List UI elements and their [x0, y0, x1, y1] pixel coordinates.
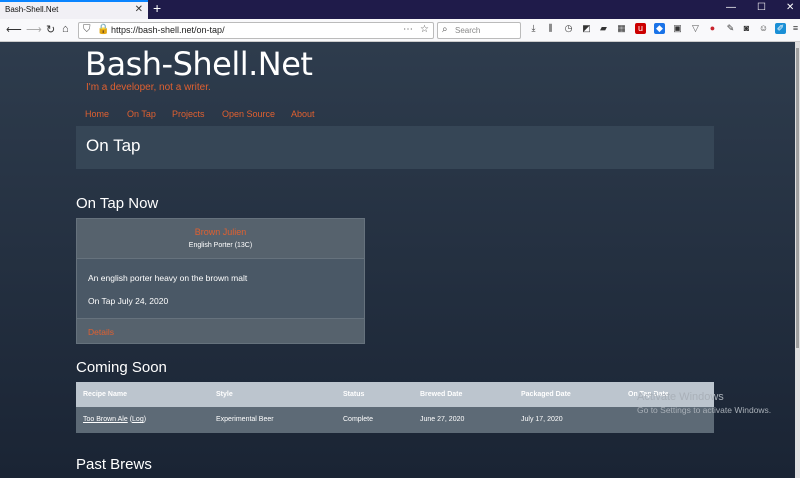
reload-icon[interactable]: ↻ — [46, 23, 55, 36]
activate-windows-subtitle: Go to Settings to activate Windows. — [637, 405, 772, 415]
library-icon[interactable]: ⫼ — [545, 23, 556, 34]
page-actions-icon[interactable]: ⋯ — [403, 24, 413, 35]
table-row: Too Brown Ale (Log) Experimental Beer Co… — [76, 407, 714, 433]
home-icon[interactable]: ⌂ — [62, 23, 69, 35]
nav-on-tap[interactable]: On Tap — [127, 109, 156, 119]
lock-icon[interactable]: 🔒 — [97, 24, 109, 35]
extension-dark-icon[interactable]: ◙ — [741, 23, 752, 34]
screenshot-icon[interactable]: ▰ — [598, 23, 609, 34]
card-header: Brown Julien English Porter (13C) — [77, 219, 364, 259]
forward-icon[interactable]: ⟶ — [26, 23, 42, 36]
beer-description: An english porter heavy on the brown mal… — [88, 273, 248, 283]
site-tagline: I'm a developer, not a writer. — [86, 82, 211, 93]
past-brews-heading: Past Brews — [76, 456, 152, 473]
column-header: Status — [343, 391, 365, 398]
close-window-button[interactable]: ✕ — [786, 2, 794, 13]
beer-style: English Porter (13C) — [188, 242, 253, 249]
extension-icon[interactable]: ▦ — [616, 23, 627, 34]
column-header: Style — [216, 391, 233, 398]
ublock-icon[interactable]: u — [635, 23, 646, 34]
browser-tab[interactable]: Bash-Shell.Net ✕ — [0, 0, 148, 19]
account-icon[interactable]: ☺ — [758, 23, 769, 34]
column-header: Recipe Name — [83, 391, 127, 398]
site-title[interactable]: Bash-Shell.Net — [85, 45, 313, 83]
style-cell: Experimental Beer — [216, 416, 274, 423]
download-icon[interactable]: ⤓ — [528, 23, 539, 34]
history-icon[interactable]: ◷ — [563, 23, 574, 34]
bookmark-star-icon[interactable]: ☆ — [420, 24, 429, 35]
pocket-icon[interactable]: ▽ — [690, 23, 701, 34]
tab-close-icon[interactable]: ✕ — [135, 4, 143, 15]
page-title: On Tap — [86, 136, 141, 155]
scrollbar-thumb[interactable] — [796, 48, 799, 348]
nav-home[interactable]: Home — [85, 109, 109, 119]
brewed-date-cell: June 27, 2020 — [420, 416, 465, 423]
menu-icon[interactable]: ≡ — [790, 23, 800, 34]
column-header: Brewed Date — [420, 391, 463, 398]
search-icon: ⌕ — [442, 24, 448, 35]
pinterest-icon[interactable]: ● — [707, 23, 718, 34]
recipe-link[interactable]: Too Brown Ale — [83, 416, 128, 423]
coming-soon-heading: Coming Soon — [76, 359, 167, 376]
extension-grey-icon[interactable]: ▣ — [672, 23, 683, 34]
status-cell: Complete — [343, 416, 373, 423]
recipe-cell: Too Brown Ale (Log) — [83, 416, 147, 423]
log-link[interactable]: Log — [132, 416, 144, 423]
beer-card: Brown Julien English Porter (13C) An eng… — [76, 218, 365, 344]
extension-feather-icon[interactable]: ✎ — [725, 23, 736, 34]
extension-edit-icon[interactable]: ✐ — [775, 23, 786, 34]
beer-name-link[interactable]: Brown Julien — [77, 227, 364, 237]
back-icon[interactable]: ⟵ — [6, 23, 22, 36]
sidebar-icon[interactable]: ◩ — [581, 23, 592, 34]
maximize-button[interactable]: ☐ — [757, 2, 766, 13]
tab-title: Bash-Shell.Net — [5, 5, 59, 14]
search-input[interactable]: ⌕ Search — [437, 22, 521, 39]
shield-icon[interactable]: ⛉ — [83, 24, 91, 35]
on-tap-date: On Tap July 24, 2020 — [88, 296, 169, 306]
on-tap-now-heading: On Tap Now — [76, 195, 159, 212]
nav-open-source[interactable]: Open Source — [222, 109, 275, 119]
nav-projects[interactable]: Projects — [172, 109, 205, 119]
column-header: Packaged Date — [521, 391, 571, 398]
url-bar[interactable]: ⛉ 🔒 https://bash-shell.net/on-tap/ ⋯ ☆ — [78, 22, 434, 39]
browser-tab-bar: Bash-Shell.Net ✕ + — ☐ ✕ — [0, 0, 800, 19]
url-text[interactable]: https://bash-shell.net/on-tap/ — [111, 25, 225, 35]
nav-about[interactable]: About — [291, 109, 315, 119]
card-footer: Details — [77, 318, 364, 343]
extension-blue-icon[interactable]: ◆ — [654, 23, 665, 34]
coming-soon-table: Recipe Name Style Status Brewed Date Pac… — [76, 382, 714, 433]
minimize-button[interactable]: — — [726, 2, 736, 13]
table-header: Recipe Name Style Status Brewed Date Pac… — [76, 382, 714, 407]
activate-windows-title: Activate Windows — [637, 391, 724, 403]
packaged-date-cell: July 17, 2020 — [521, 416, 563, 423]
page-header: On Tap — [76, 126, 714, 169]
details-link[interactable]: Details — [88, 327, 114, 337]
new-tab-button[interactable]: + — [153, 0, 161, 16]
search-placeholder: Search — [455, 26, 481, 35]
